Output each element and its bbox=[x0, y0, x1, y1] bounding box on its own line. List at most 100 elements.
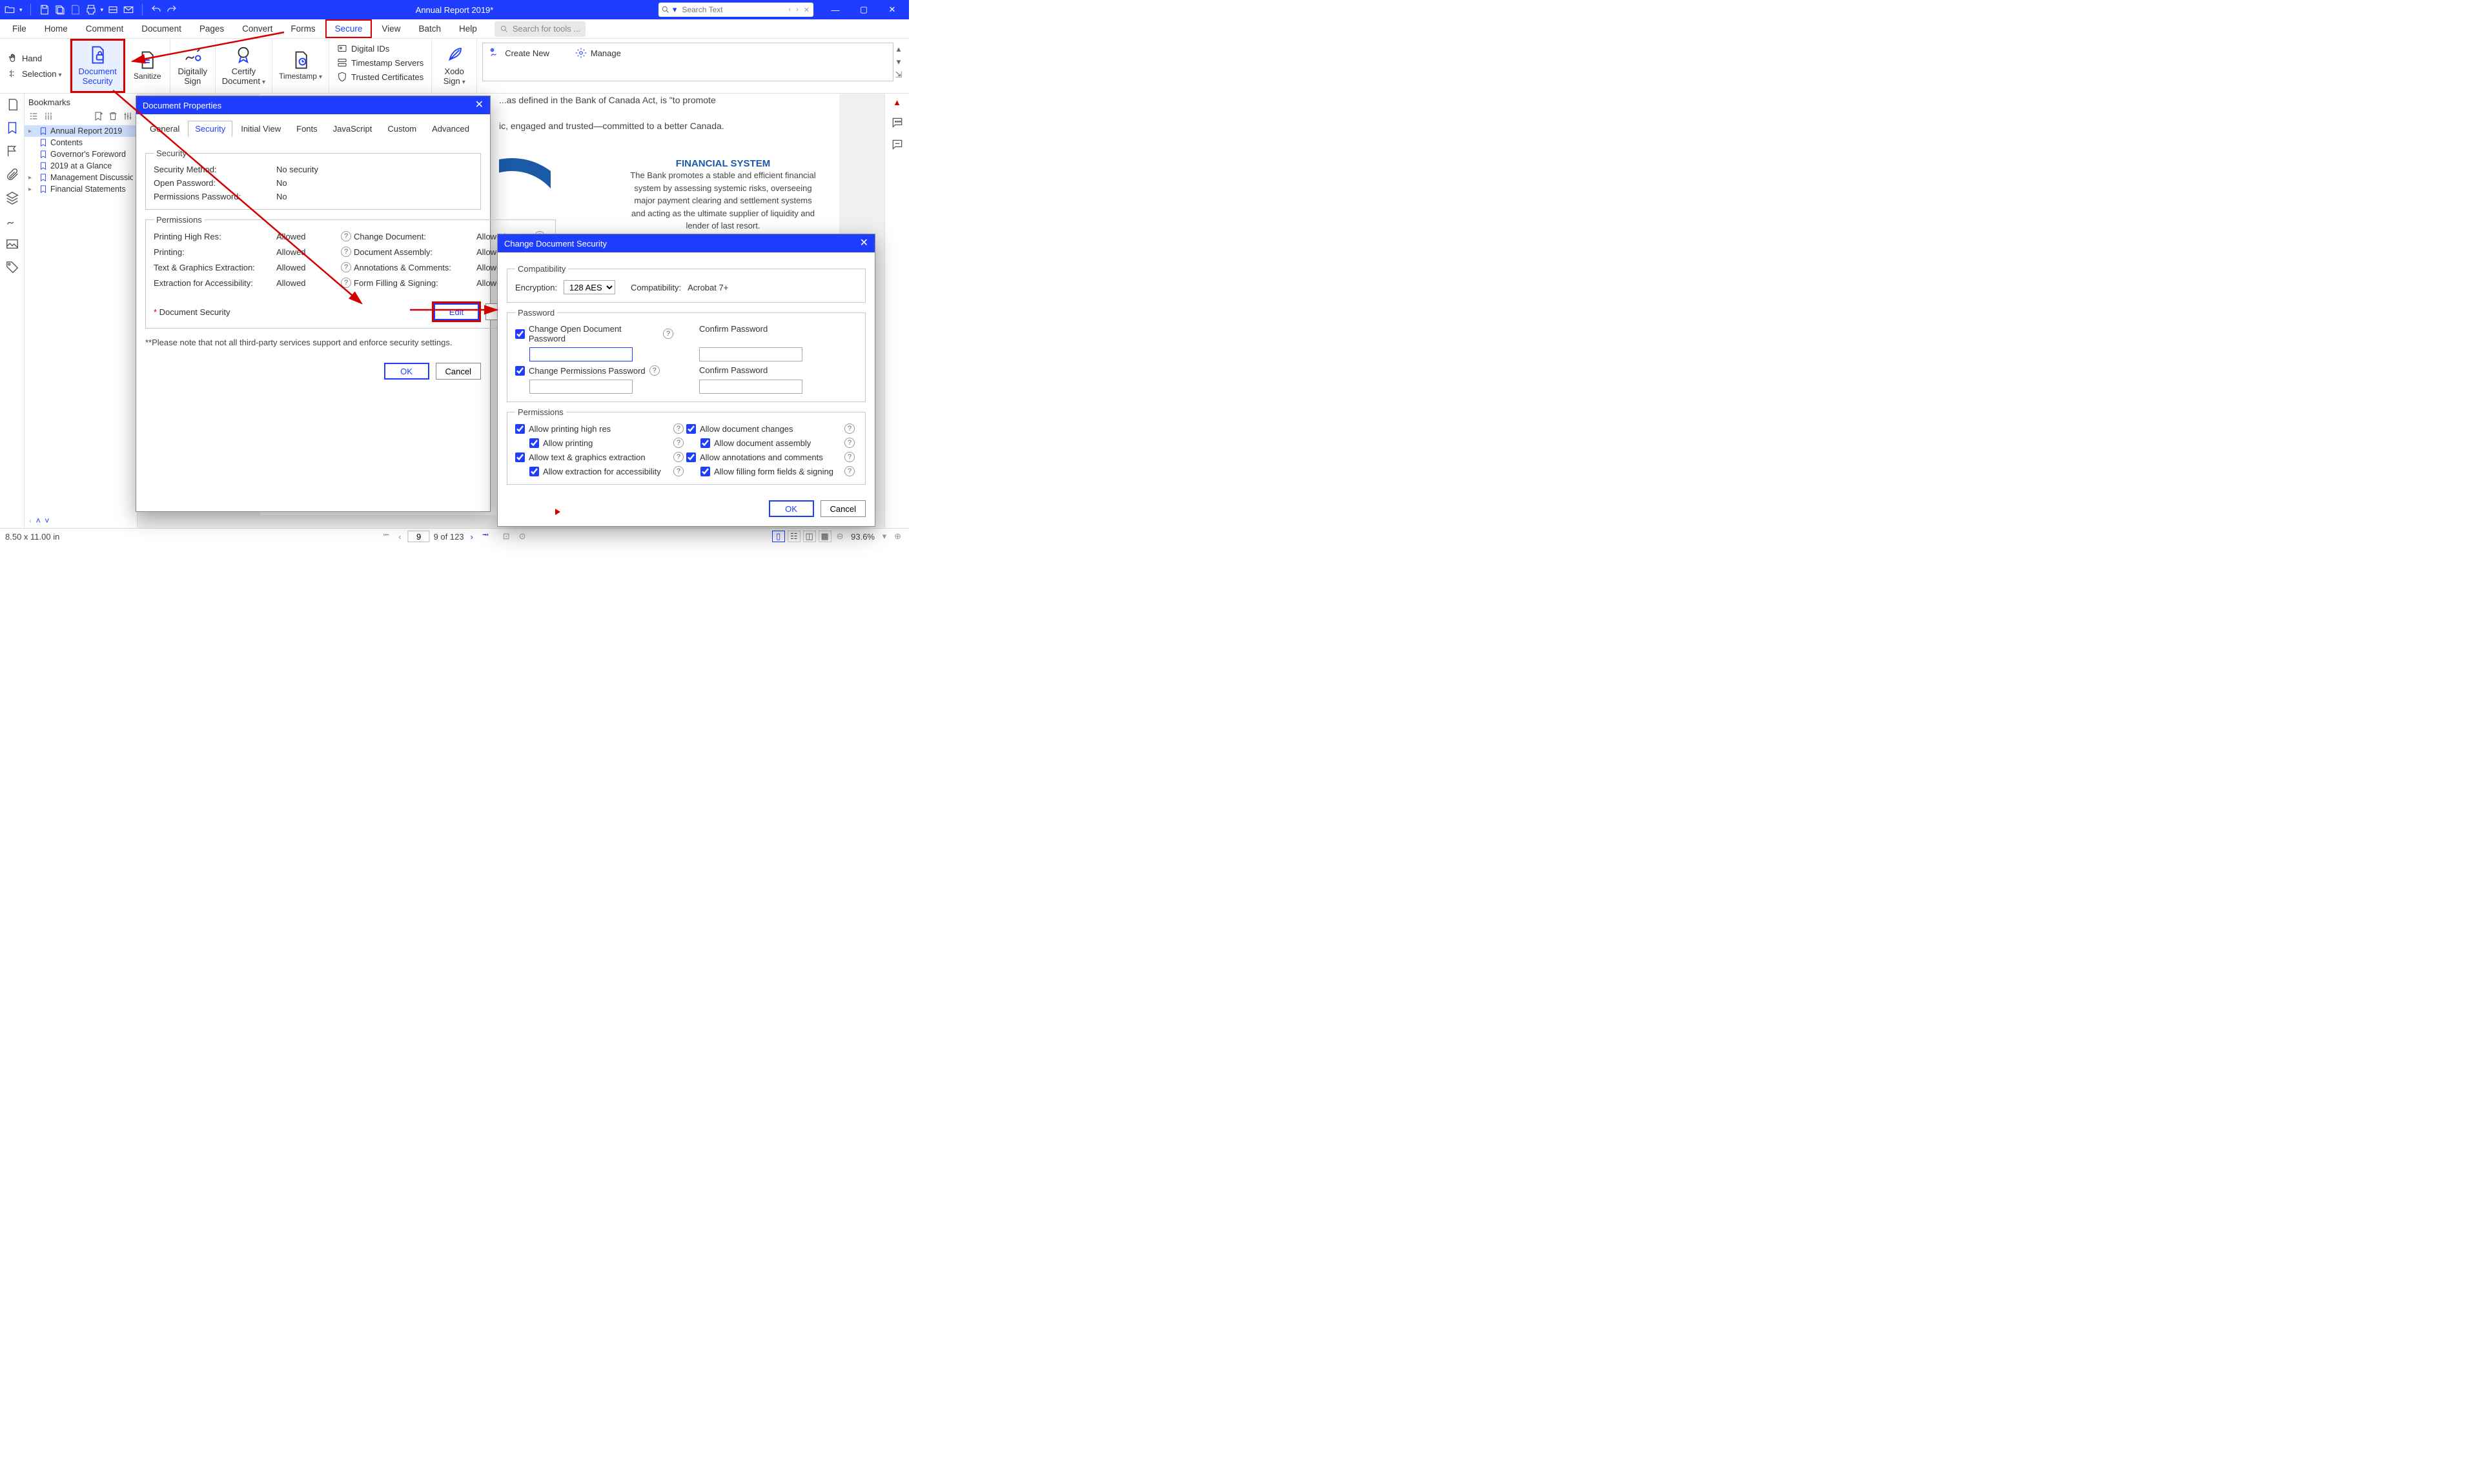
tab-fonts[interactable]: Fonts bbox=[289, 121, 325, 137]
allow-extraction-checkbox[interactable] bbox=[515, 452, 525, 462]
save-as-icon[interactable] bbox=[70, 4, 81, 15]
ok-button[interactable]: OK bbox=[769, 500, 814, 517]
search-next-icon[interactable]: › bbox=[795, 6, 800, 14]
menu-batch[interactable]: Batch bbox=[410, 21, 449, 37]
help-icon[interactable]: ? bbox=[844, 452, 855, 462]
allow-printing-checkbox[interactable] bbox=[529, 438, 539, 448]
expand-icon[interactable]: ▸ bbox=[28, 128, 36, 135]
minimize-button[interactable]: — bbox=[822, 0, 848, 19]
panel-scroll-down-icon[interactable]: ▾ bbox=[897, 57, 901, 67]
menu-home[interactable]: Home bbox=[36, 21, 76, 37]
view-continuous-icon[interactable]: ☷ bbox=[788, 531, 801, 542]
view-single-icon[interactable]: ▯ bbox=[772, 531, 785, 542]
expand-all-icon[interactable] bbox=[28, 111, 39, 121]
zoom-in-icon[interactable]: ⊕ bbox=[892, 531, 904, 542]
add-bookmark-icon[interactable] bbox=[93, 111, 103, 121]
manage-button[interactable]: Manage bbox=[575, 47, 621, 59]
scan-icon[interactable] bbox=[107, 4, 119, 15]
certify-document-button[interactable]: CertifyDocument bbox=[216, 39, 272, 93]
bookmark-item[interactable]: Contents bbox=[25, 137, 137, 148]
next-page-icon[interactable]: › bbox=[468, 532, 476, 542]
nav-up-icon[interactable]: ˄ bbox=[36, 516, 41, 525]
close-button[interactable]: ✕ bbox=[879, 0, 905, 19]
tab-security[interactable]: Security bbox=[188, 121, 232, 137]
timestamp-button[interactable]: Timestamp bbox=[272, 39, 329, 93]
digitally-sign-button[interactable]: DigitallySign bbox=[170, 39, 216, 93]
help-icon[interactable]: ? bbox=[844, 466, 855, 476]
help-icon[interactable]: ? bbox=[844, 423, 855, 434]
dialog-close-icon[interactable]: ✕ bbox=[475, 100, 484, 110]
allow-print-highres-checkbox[interactable] bbox=[515, 424, 525, 434]
pages-panel-icon[interactable] bbox=[5, 97, 19, 112]
collapse-all-icon[interactable] bbox=[43, 111, 54, 121]
expand-icon[interactable]: ▸ bbox=[28, 186, 36, 193]
xodo-sign-button[interactable]: XodoSign bbox=[432, 39, 477, 93]
encryption-select[interactable]: 128 AES bbox=[564, 280, 615, 294]
selection-tool[interactable]: Selection bbox=[5, 67, 65, 80]
tool-search[interactable]: Search for tools ... bbox=[495, 21, 586, 37]
search-close-icon[interactable]: ✕ bbox=[802, 6, 811, 14]
nav-down-icon[interactable]: ˅ bbox=[45, 516, 50, 525]
save-all-icon[interactable] bbox=[54, 4, 66, 15]
layers-panel-icon[interactable] bbox=[5, 190, 19, 205]
reply-panel-icon[interactable] bbox=[891, 138, 904, 151]
nav-prev-icon[interactable]: ‹ bbox=[29, 516, 32, 525]
search-prev-icon[interactable]: ‹ bbox=[787, 6, 792, 14]
zoom-marquee-icon[interactable]: ⊡ bbox=[500, 531, 513, 542]
bookmarks-panel-icon[interactable] bbox=[5, 121, 19, 135]
expand-icon[interactable]: ▸ bbox=[28, 174, 36, 181]
bookmark-item[interactable]: ▸Financial Statements bbox=[25, 183, 137, 195]
help-icon[interactable]: ? bbox=[673, 423, 684, 434]
zoom-out-icon[interactable]: ⊖ bbox=[834, 531, 846, 542]
bookmark-item[interactable]: Governor's Foreword bbox=[25, 148, 137, 160]
help-icon[interactable]: ? bbox=[341, 231, 351, 241]
tab-custom[interactable]: Custom bbox=[380, 121, 423, 137]
print-icon[interactable] bbox=[85, 4, 97, 15]
trusted-certs-button[interactable]: Trusted Certificates bbox=[334, 71, 426, 83]
maximize-button[interactable]: ▢ bbox=[851, 0, 877, 19]
confirm-open-password-input[interactable] bbox=[699, 347, 802, 361]
help-icon[interactable]: ? bbox=[844, 438, 855, 448]
image-panel-icon[interactable] bbox=[5, 237, 19, 251]
save-icon[interactable] bbox=[39, 4, 50, 15]
attention-flag-icon[interactable]: ▲ bbox=[893, 97, 901, 107]
folder-dropdown-icon[interactable]: ▾ bbox=[19, 6, 23, 14]
help-icon[interactable]: ? bbox=[341, 247, 351, 257]
confirm-permissions-password-input[interactable] bbox=[699, 380, 802, 394]
bookmark-options-icon[interactable] bbox=[123, 111, 133, 121]
ok-button[interactable]: OK bbox=[384, 363, 429, 380]
help-icon[interactable]: ? bbox=[673, 452, 684, 462]
help-icon[interactable]: ? bbox=[673, 466, 684, 476]
menu-document[interactable]: Document bbox=[133, 21, 190, 37]
timestamp-servers-button[interactable]: Timestamp Servers bbox=[334, 57, 426, 68]
change-open-password-checkbox[interactable] bbox=[515, 329, 525, 339]
search-options-icon[interactable]: ▾ bbox=[673, 5, 677, 15]
undo-icon[interactable] bbox=[150, 4, 162, 15]
menu-secure[interactable]: Secure bbox=[325, 19, 372, 38]
page-number-input[interactable] bbox=[408, 531, 430, 542]
email-icon[interactable] bbox=[123, 4, 134, 15]
flag-panel-icon[interactable] bbox=[5, 144, 19, 158]
folder-open-icon[interactable] bbox=[4, 4, 15, 15]
cancel-button[interactable]: Cancel bbox=[821, 500, 866, 517]
edit-button[interactable]: Edit bbox=[434, 303, 479, 320]
menu-convert[interactable]: Convert bbox=[234, 21, 281, 37]
panel-scroll-up-icon[interactable]: ▴ bbox=[897, 44, 901, 54]
view-two-icon[interactable]: ◫ bbox=[803, 531, 816, 542]
help-icon[interactable]: ? bbox=[673, 438, 684, 448]
tab-advanced[interactable]: Advanced bbox=[425, 121, 476, 137]
digital-ids-button[interactable]: Digital IDs bbox=[334, 43, 426, 54]
dialog-close-icon[interactable]: ✕ bbox=[860, 238, 868, 249]
permissions-password-input[interactable] bbox=[529, 380, 633, 394]
allow-accessibility-extraction-checkbox[interactable] bbox=[529, 467, 539, 476]
help-icon[interactable]: ? bbox=[341, 262, 351, 272]
hand-tool[interactable]: Hand bbox=[5, 52, 65, 65]
zoom-dynamic-icon[interactable]: ⊙ bbox=[516, 531, 529, 542]
prev-page-icon[interactable]: ‹ bbox=[396, 532, 403, 542]
delete-bookmark-icon[interactable] bbox=[108, 111, 118, 121]
change-permissions-password-checkbox[interactable] bbox=[515, 366, 525, 376]
open-password-input[interactable] bbox=[529, 347, 633, 361]
tags-panel-icon[interactable] bbox=[5, 260, 19, 274]
view-two-cont-icon[interactable]: ▦ bbox=[819, 531, 831, 542]
menu-help[interactable]: Help bbox=[451, 21, 485, 37]
